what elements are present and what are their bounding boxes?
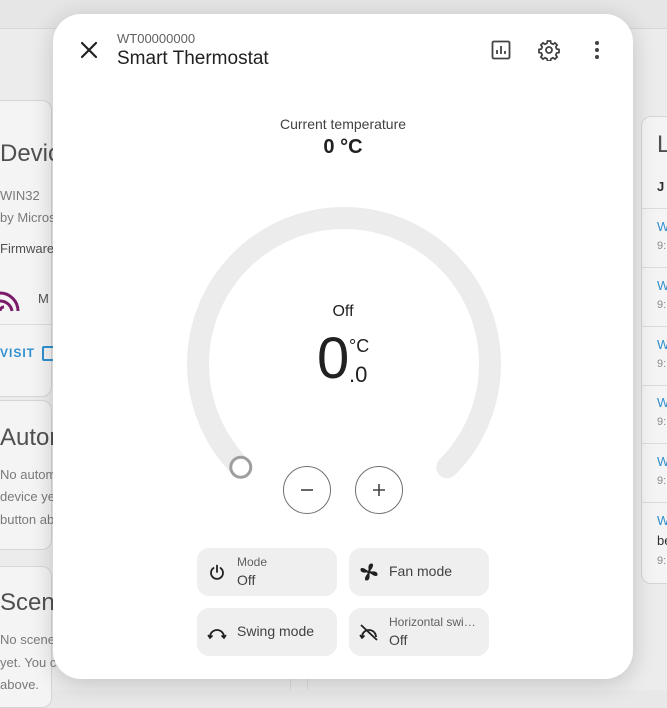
more-vertical-icon <box>595 41 599 59</box>
device-entity-label: M <box>38 291 49 306</box>
automations-text-line: No autom <box>0 467 57 482</box>
swing-icon <box>207 622 227 642</box>
current-temperature-number: 0 <box>323 136 335 158</box>
hvac-state: Off <box>332 303 354 320</box>
logbook-heading: L <box>657 131 667 159</box>
fan-mode-control[interactable]: Fan mode <box>349 548 489 596</box>
horizontal-swing-control[interactable]: Horizontal swi… Off <box>349 608 489 656</box>
visit-link[interactable]: VISIT <box>0 346 35 360</box>
logbook-entry[interactable]: W9: <box>642 444 667 503</box>
fan-mode-label: Fan mode <box>389 563 453 579</box>
logbook-entry[interactable]: W be 9: <box>642 503 667 573</box>
dial-handle[interactable] <box>229 455 253 479</box>
target-temperature-unit: °C <box>349 336 370 356</box>
swing-off-icon <box>359 622 379 642</box>
gear-icon <box>538 40 560 61</box>
fan-icon <box>359 562 379 582</box>
current-temperature-unit: °C <box>340 136 363 158</box>
power-icon <box>207 562 227 582</box>
current-temperature-label: Current temperature <box>279 116 407 132</box>
device-firmware: Firmware: <box>0 241 58 256</box>
target-temperature-decimal: .0 <box>349 362 368 387</box>
logbook-entry[interactable]: W9: <box>642 327 667 386</box>
device-model: WIN32 <box>0 188 40 203</box>
mode-value: Off <box>237 572 256 588</box>
close-button[interactable] <box>69 30 109 70</box>
wifi-icon <box>0 287 20 318</box>
more-options-button[interactable] <box>577 30 617 70</box>
horizontal-swing-label: Horizontal swi… <box>389 615 476 629</box>
entity-id: WT00000000 <box>117 31 196 46</box>
logbook-entry[interactable]: W9: <box>642 209 667 268</box>
logbook-entry[interactable]: W9: <box>642 268 667 327</box>
divider <box>0 324 53 325</box>
decrease-temperature-button[interactable] <box>283 466 331 514</box>
logbook-entry[interactable]: W9: <box>642 385 667 444</box>
logbook-card: L J W9: W9: W9: W9: W9: W be 9: <box>641 116 667 584</box>
history-button[interactable] <box>481 30 521 70</box>
automations-text-line: device yet <box>0 489 59 504</box>
swing-mode-label: Swing mode <box>237 623 315 639</box>
chart-icon <box>491 40 511 60</box>
target-temperature: 0 <box>317 326 350 391</box>
current-temperature-value: 0 °C <box>53 136 633 159</box>
minus-icon <box>301 489 313 491</box>
mode-label: Mode <box>237 555 268 569</box>
logbook-date: J <box>657 179 665 194</box>
settings-button[interactable] <box>529 30 569 70</box>
mode-control[interactable]: Mode Off <box>197 548 337 596</box>
thermostat-dialog: WT00000000 Smart Thermostat Current temp… <box>53 14 633 679</box>
close-icon <box>80 41 98 59</box>
swing-mode-control[interactable]: Swing mode <box>197 608 337 656</box>
increase-temperature-button[interactable] <box>355 466 403 514</box>
horizontal-swing-value: Off <box>389 632 408 648</box>
plus-icon <box>373 484 385 496</box>
dialog-title: Smart Thermostat <box>117 48 269 69</box>
